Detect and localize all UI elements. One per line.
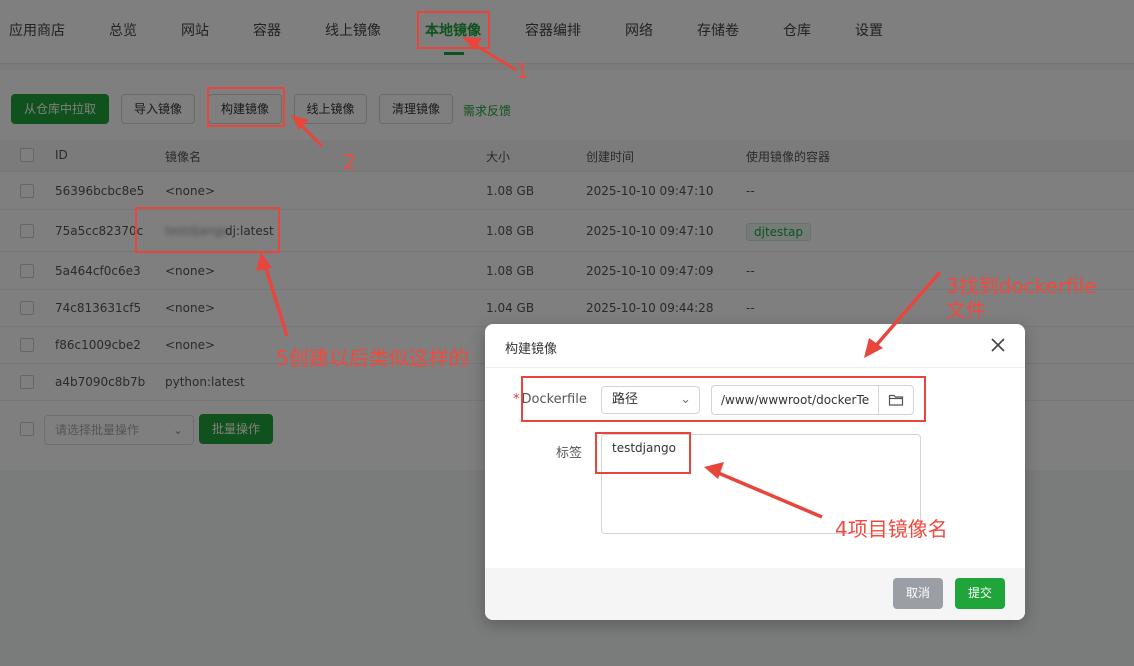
submit-button[interactable]: 提交: [955, 578, 1005, 609]
annotation-box-local-images: [417, 11, 490, 49]
dialog-title: 构建镜像: [505, 342, 558, 357]
tag-label: 标签: [556, 446, 583, 461]
close-icon[interactable]: [989, 336, 1007, 354]
annotation-box-tag: [595, 432, 691, 474]
dialog-divider: [485, 367, 1025, 368]
dialog-footer: 取消 提交: [485, 568, 1025, 620]
cancel-button[interactable]: 取消: [893, 578, 943, 609]
annotation-box-build: [207, 87, 285, 127]
annotation-label-5: 5创建以后类似这样的: [276, 346, 469, 370]
build-image-dialog: 构建镜像 *Dockerfile 路径 ⌄ 标签 取消 提交: [485, 324, 1025, 620]
annotation-box-image-row: [135, 207, 280, 253]
annotation-label-4: 4项目镜像名: [835, 517, 948, 541]
annotation-label-1: 1: [516, 59, 529, 83]
annotation-box-dockerfile: [521, 376, 926, 422]
annotation-label-3: 3找到dockerfile 文件: [946, 274, 1097, 322]
annotation-label-2: 2: [343, 150, 356, 174]
